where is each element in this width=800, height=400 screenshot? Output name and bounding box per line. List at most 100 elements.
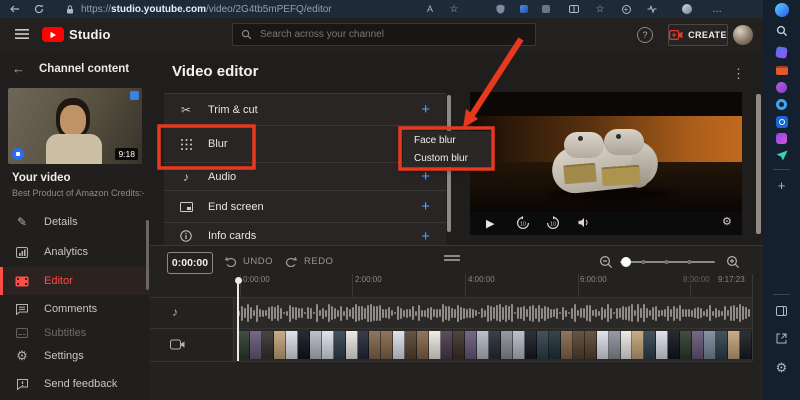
shield-icon[interactable] xyxy=(494,0,506,18)
send-plane-icon[interactable] xyxy=(774,148,789,163)
replay-10-icon[interactable]: 10 xyxy=(516,216,530,230)
option-end-screen[interactable]: End screen + xyxy=(164,191,446,223)
subtitles-icon xyxy=(0,328,44,338)
shopping-icon[interactable] xyxy=(774,45,789,60)
people-icon[interactable] xyxy=(774,80,789,95)
add-sidebar-item-icon[interactable]: + xyxy=(774,178,789,193)
add-audio-icon[interactable]: + xyxy=(421,168,430,185)
browser-refresh-icon[interactable] xyxy=(32,0,46,18)
sidebar-item-editor[interactable]: Editor xyxy=(0,267,150,295)
video-preview[interactable]: ▶ 10 10 ⚙ xyxy=(470,92,742,235)
designer-icon[interactable] xyxy=(774,131,789,146)
panel-icon[interactable] xyxy=(774,303,789,318)
ruler-tick: 0:00:00 xyxy=(243,275,270,284)
divider xyxy=(773,169,790,170)
extension-2-icon[interactable] xyxy=(540,0,552,18)
add-info-card-icon[interactable]: + xyxy=(421,228,430,245)
create-label: CREATE xyxy=(688,30,727,40)
browser-back-icon[interactable] xyxy=(8,0,22,18)
extension-1-icon[interactable] xyxy=(518,0,530,18)
add-end-screen-icon[interactable]: + xyxy=(421,198,430,215)
undo-button[interactable]: UNDO xyxy=(224,256,273,267)
audio-note-icon: ♪ xyxy=(183,169,189,184)
thumbnail-blue-badge-icon xyxy=(12,148,24,160)
sidebar-item-send-feedback[interactable]: Send feedback xyxy=(0,370,150,398)
gear-icon: ⚙ xyxy=(16,348,28,363)
page-scrollbar[interactable] xyxy=(756,94,761,234)
browser-more-icon[interactable]: … xyxy=(710,0,724,18)
playhead-knob[interactable] xyxy=(234,277,242,284)
menu-item-face-blur[interactable]: Face blur xyxy=(403,131,491,149)
video-thumbnail[interactable]: 9:18 xyxy=(8,88,142,164)
browser-profile-avatar[interactable] xyxy=(680,0,694,18)
ruler-tick: 2:00:00 xyxy=(355,275,382,284)
zoom-slider-knob[interactable] xyxy=(621,257,631,267)
sidebar-item-label: Comments xyxy=(44,303,98,315)
search-icon xyxy=(241,29,252,40)
play-icon[interactable]: ▶ xyxy=(486,217,494,230)
help-button[interactable]: ? xyxy=(637,27,653,43)
address-bar[interactable]: https://studio.youtube.com/video/2G4tb5m… xyxy=(66,0,332,18)
favorite-star-icon[interactable]: ☆ xyxy=(448,0,460,18)
playhead[interactable] xyxy=(237,279,239,361)
player-settings-gear-icon[interactable]: ⚙ xyxy=(722,215,732,228)
video-track-icon xyxy=(170,338,185,350)
browser-essentials-icon[interactable] xyxy=(646,0,658,18)
channel-avatar[interactable] xyxy=(733,25,753,45)
sidebar-scrollbar[interactable] xyxy=(146,220,149,290)
collections-star-icon[interactable]: ☆ xyxy=(594,0,606,18)
search-input[interactable] xyxy=(260,29,510,40)
option-label: Trim & cut xyxy=(208,103,258,116)
analytics-icon xyxy=(0,246,44,258)
lock-icon xyxy=(67,4,73,13)
video-subtitle: Best Product of Amazon Credits:- A.. xyxy=(12,188,144,198)
create-camera-icon xyxy=(669,30,683,40)
url-domain: studio.youtube.com xyxy=(111,3,207,15)
video-filmstrip[interactable] xyxy=(238,331,752,359)
tools-icon[interactable] xyxy=(774,63,789,78)
undo-label: UNDO xyxy=(243,256,273,267)
option-label: Info cards xyxy=(208,230,257,242)
timecode-box[interactable]: 0:00:00 xyxy=(167,252,213,274)
option-trim-cut[interactable]: ✂ Trim & cut + xyxy=(164,94,446,126)
outlook-icon[interactable] xyxy=(774,114,789,129)
zoom-in-icon[interactable] xyxy=(726,255,740,269)
add-trim-icon[interactable]: + xyxy=(421,101,430,118)
youtube-logo[interactable] xyxy=(42,27,64,42)
ruler-tick: 8:00:00 xyxy=(683,275,710,284)
audio-waveform[interactable] xyxy=(238,301,752,325)
menu-hamburger-icon[interactable] xyxy=(15,28,29,40)
back-to-channel-content[interactable]: ← Channel content xyxy=(12,61,129,76)
split-screen-icon[interactable] xyxy=(568,0,580,18)
create-button[interactable]: CREATE xyxy=(668,24,728,46)
page-title: Video editor xyxy=(172,63,259,80)
open-link-icon[interactable] xyxy=(774,331,789,346)
ruler-tick: 4:00:00 xyxy=(468,275,495,284)
sidebar-item-details[interactable]: ✎ Details xyxy=(0,208,150,236)
add-tab-icon[interactable]: + xyxy=(620,0,632,18)
pencil-icon: ✎ xyxy=(16,215,28,229)
search-icon[interactable] xyxy=(774,23,789,38)
zoom-out-icon[interactable] xyxy=(599,255,613,269)
editor-content: Video editor ⋮ ✂ Trim & cut + Blur ♪ Aud… xyxy=(150,52,763,400)
menu-item-custom-blur[interactable]: Custom blur xyxy=(403,149,491,167)
volume-icon[interactable] xyxy=(578,217,591,228)
kebab-menu-icon[interactable]: ⋮ xyxy=(732,66,745,82)
search-box[interactable] xyxy=(232,23,536,46)
timeline-resize-handle[interactable] xyxy=(444,255,460,257)
sidebar-item-analytics[interactable]: Analytics xyxy=(0,238,150,266)
info-icon xyxy=(164,230,208,242)
loop-icon[interactable] xyxy=(774,97,789,112)
studio-header: Studio ? CREATE xyxy=(0,18,763,52)
redo-label: REDO xyxy=(304,256,334,267)
end-screen-icon xyxy=(164,201,208,212)
option-audio[interactable]: ♪ Audio + xyxy=(164,163,446,191)
immersive-reader-icon[interactable]: A xyxy=(424,0,436,18)
settings-gear-icon[interactable]: ⚙ xyxy=(774,360,789,375)
redo-button[interactable]: REDO xyxy=(285,256,333,267)
copilot-icon[interactable] xyxy=(774,2,789,17)
browser-address-bar-row: https://studio.youtube.com/video/2G4tb5m… xyxy=(0,0,763,18)
sidebar-item-settings[interactable]: ⚙ Settings xyxy=(0,342,150,370)
forward-10-icon[interactable]: 10 xyxy=(546,216,560,230)
ruler-tick-end: 9:17:23 xyxy=(718,275,745,284)
